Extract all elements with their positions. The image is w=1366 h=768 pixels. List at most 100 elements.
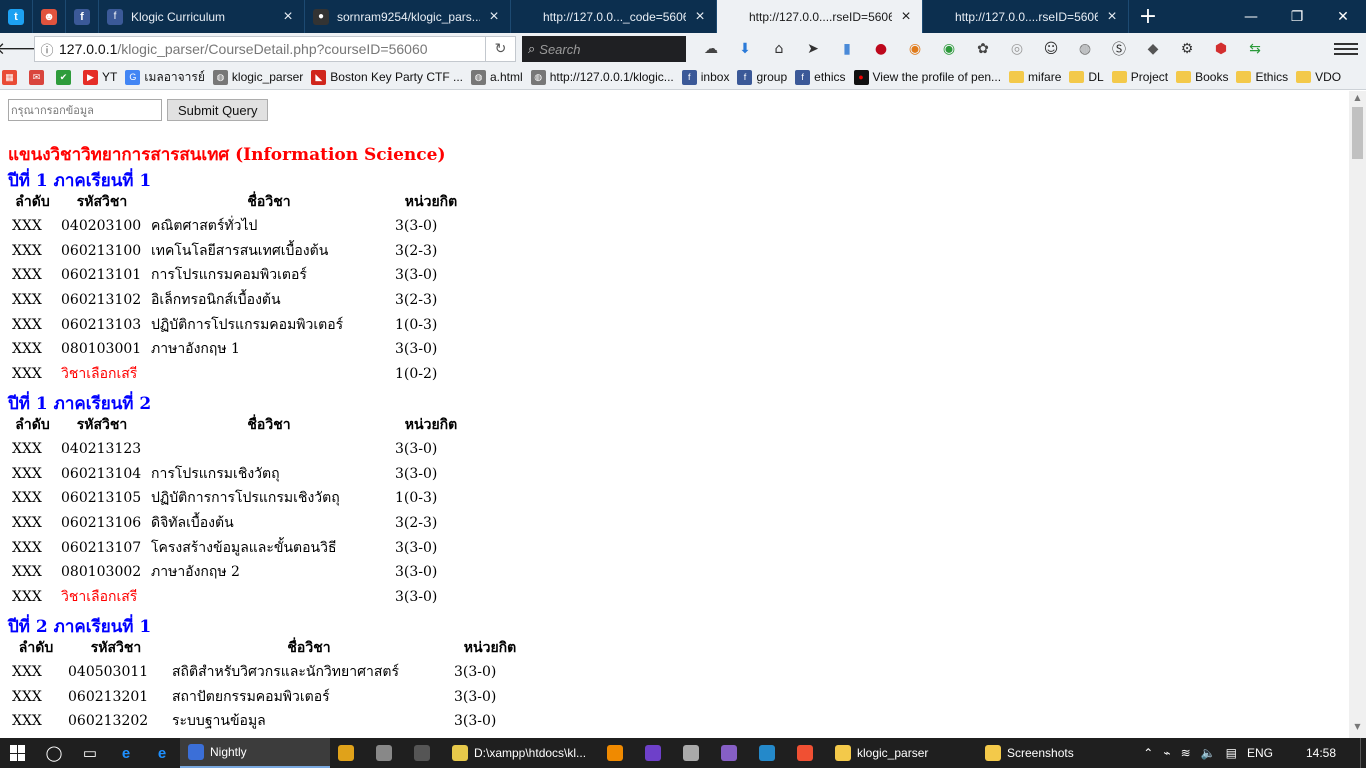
bookmark-item[interactable]: G เมลอาจารย์ <box>125 68 205 87</box>
show-desktop-button[interactable] <box>1360 738 1366 768</box>
bookmark-item[interactable]: ◍ http://127.0.0.1/klogic... <box>530 69 674 85</box>
extension-icon[interactable]: ◉ <box>938 38 960 60</box>
bookmark-item[interactable]: ◣ Boston Key Party CTF ... <box>311 69 463 85</box>
scroll-thumb[interactable] <box>1352 107 1363 159</box>
back-button[interactable]: 🡐 <box>0 37 41 61</box>
pinterest-icon[interactable]: ● <box>870 38 892 60</box>
taskbar-app[interactable] <box>713 738 751 768</box>
network-icon[interactable]: ⌁ <box>1163 746 1170 760</box>
pinned-tab[interactable]: ☻ <box>33 0 66 33</box>
globe-icon[interactable]: ◍ <box>1074 38 1096 60</box>
bookmark-item[interactable]: Project <box>1111 70 1168 84</box>
close-tab-icon[interactable]: × <box>898 8 914 26</box>
bookmark-item[interactable]: ● View the profile of pen... <box>853 69 1001 85</box>
pinned-tab[interactable]: t <box>0 0 33 33</box>
edge-ie-icon[interactable]: e <box>108 738 144 768</box>
taskbar-app[interactable]: Nightly <box>180 738 330 768</box>
browser-tab[interactable]: http://127.0.0..._code=56060214 × <box>511 0 717 33</box>
scroll-up-arrow[interactable]: ▲ <box>1349 93 1366 107</box>
taskbar-app[interactable]: D:\xampp\htdocs\kl... <box>444 738 599 768</box>
bookmark-item[interactable]: Books <box>1176 70 1228 84</box>
info-icon[interactable]: ⓘ <box>35 40 59 59</box>
notification-icon[interactable]: ▤ <box>1226 746 1237 760</box>
extension-icon[interactable]: ◆ <box>1142 38 1164 60</box>
bookmark-icon[interactable]: ▮ <box>836 38 858 60</box>
close-tab-icon[interactable]: × <box>486 8 502 26</box>
new-tab-button[interactable]: + <box>1129 0 1167 33</box>
bookmark-item[interactable]: ▦ <box>2 69 21 85</box>
close-tab-icon[interactable]: × <box>280 8 296 26</box>
cell-code: วิชาเลือกเสรี <box>61 588 138 605</box>
taskbar-app[interactable] <box>330 738 368 768</box>
close-icon[interactable]: ✕ <box>1320 0 1366 33</box>
adblock-icon[interactable]: ⬢ <box>1210 38 1232 60</box>
browser-tab[interactable]: ● sornram9254/klogic_pars... × <box>305 0 511 33</box>
bookmark-item[interactable]: f group <box>737 69 787 85</box>
task-view-icon[interactable]: ▭ <box>72 738 108 768</box>
browser-tab[interactable]: http://127.0.0....rseID=56060214 × <box>923 0 1129 33</box>
extension-icon[interactable]: ◎ <box>1006 38 1028 60</box>
taskbar-app[interactable] <box>675 738 713 768</box>
extension-icon[interactable]: ◉ <box>904 38 926 60</box>
reload-button[interactable]: ↻ <box>486 36 516 62</box>
volume-icon[interactable]: 🔈 <box>1201 746 1216 760</box>
palette-icon[interactable]: ✿ <box>972 38 994 60</box>
globe-icon: ◍ <box>471 69 486 85</box>
tray-chevron-icon[interactable]: ⌃ <box>1143 746 1153 760</box>
language-indicator[interactable]: ENG <box>1247 746 1273 760</box>
bookmark-item[interactable]: ✉ <box>29 69 48 85</box>
browser-tab[interactable]: http://127.0.0....rseID=56060214 × <box>717 0 923 33</box>
scroll-down-arrow[interactable]: ▼ <box>1349 722 1366 736</box>
minimize-icon[interactable]: — <box>1228 0 1274 33</box>
taskbar-app[interactable]: Screenshots <box>977 738 1127 768</box>
cloud-icon[interactable]: ☁ <box>700 38 722 60</box>
folder-icon <box>835 745 851 761</box>
page-scrollbar[interactable]: ▲ ▼ <box>1349 91 1366 738</box>
bookmark-label: Books <box>1195 70 1229 84</box>
download-icon[interactable]: ⬇ <box>734 38 756 60</box>
page-icon <box>519 9 535 25</box>
bookmark-item[interactable]: ▶ YT <box>83 69 117 85</box>
start-button[interactable] <box>0 738 36 768</box>
taskbar-app[interactable] <box>406 738 444 768</box>
taskbar-app[interactable] <box>789 738 827 768</box>
taskbar-app[interactable] <box>751 738 789 768</box>
search-bar[interactable]: ⌕ Search <box>522 36 686 62</box>
table-row: XXX 060213100 เทคโนโลยีสารสนเทศเบื้องต้น 3(… <box>8 239 471 264</box>
wifi-icon[interactable]: ≋ <box>1181 746 1191 760</box>
bookmark-item[interactable]: VDO <box>1296 70 1341 84</box>
bookmark-item[interactable]: DL <box>1069 70 1104 84</box>
close-tab-icon[interactable]: × <box>692 8 708 26</box>
bookmark-item[interactable]: f inbox <box>681 69 729 85</box>
menu-button[interactable] <box>1334 37 1358 61</box>
taskbar-app[interactable] <box>599 738 637 768</box>
pinned-tab[interactable]: f <box>66 0 99 33</box>
submit-query-button[interactable]: Submit Query <box>167 99 269 121</box>
s-icon[interactable]: Ⓢ <box>1108 38 1130 60</box>
sync-icon[interactable]: ⇆ <box>1244 38 1266 60</box>
clock[interactable]: 14:58 <box>1306 746 1336 760</box>
search-cortana-icon[interactable]: ◯ <box>36 738 72 768</box>
taskbar-app[interactable]: klogic_parser <box>827 738 977 768</box>
settings-icon[interactable]: ⚙ <box>1176 38 1198 60</box>
close-tab-icon[interactable]: × <box>1104 8 1120 26</box>
url-bar[interactable]: ⓘ 127.0.0.1/klogic_parser/CourseDetail.p… <box>34 36 486 62</box>
page-content: Submit Query แขนงวิชาวิทยาการสารสนเทศ (I… <box>0 91 1349 738</box>
bookmark-item[interactable]: ◍ a.html <box>471 69 523 85</box>
taskbar-app[interactable] <box>637 738 675 768</box>
home-icon[interactable]: ⌂ <box>768 38 790 60</box>
taskbar-app[interactable] <box>368 738 406 768</box>
bookmark-item[interactable]: ✔ <box>56 69 75 85</box>
query-input[interactable] <box>8 99 162 121</box>
emoji-icon: ☻ <box>41 8 57 25</box>
bookmark-item[interactable]: f ethics <box>795 69 846 85</box>
bookmark-item[interactable]: ◍ klogic_parser <box>212 69 303 85</box>
restore-icon[interactable]: ❐ <box>1274 0 1320 33</box>
bookmark-item[interactable]: mifare <box>1009 70 1061 84</box>
window-controls: — ❐ ✕ <box>1228 0 1366 33</box>
bookmark-item[interactable]: Ethics <box>1236 70 1288 84</box>
send-icon[interactable]: ➤ <box>802 38 824 60</box>
edge-icon[interactable]: e <box>144 738 180 768</box>
smiley-icon[interactable]: ☺ <box>1040 38 1062 60</box>
browser-tab[interactable]: f Klogic Curriculum × <box>99 0 305 33</box>
